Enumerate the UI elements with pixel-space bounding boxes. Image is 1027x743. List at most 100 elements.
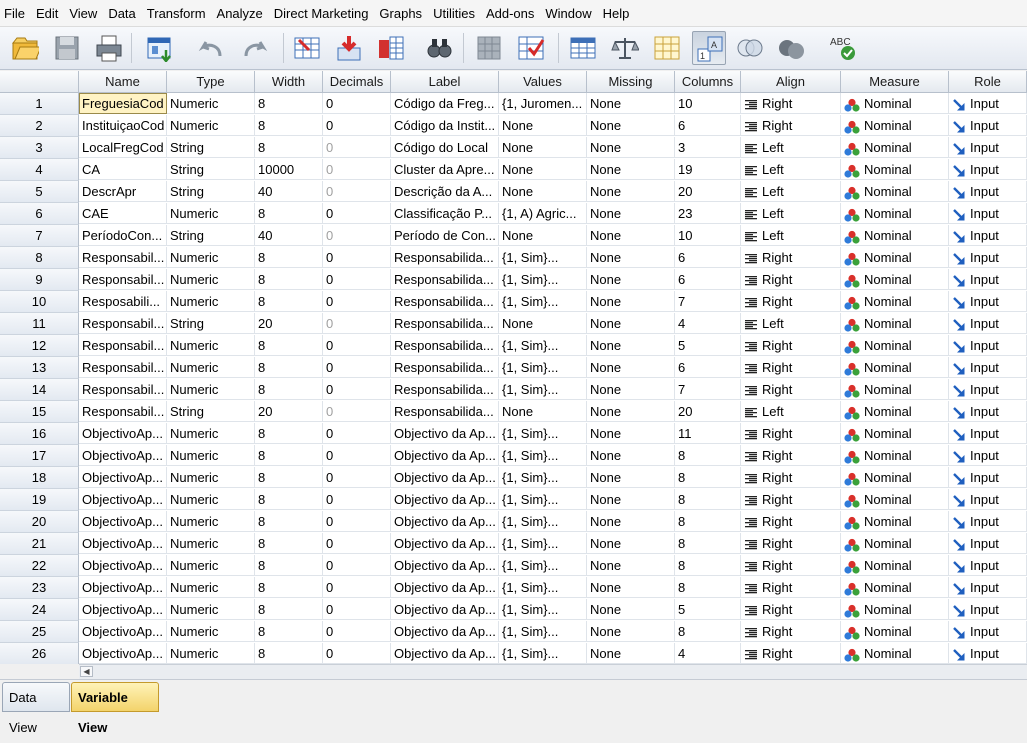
cell-decimals[interactable]: 0 — [323, 533, 391, 554]
cell-name[interactable]: ObjectivoAp... — [79, 577, 167, 598]
cell-width[interactable]: 8 — [255, 489, 323, 510]
cell-name[interactable]: ObjectivoAp... — [79, 445, 167, 466]
cell-missing[interactable]: None — [587, 269, 675, 290]
cell-columns[interactable]: 23 — [675, 203, 741, 224]
cell-role[interactable]: Input — [949, 93, 1027, 114]
cell-decimals[interactable]: 0 — [323, 555, 391, 576]
cell-type[interactable]: Numeric — [167, 445, 255, 466]
cell-decimals[interactable]: 0 — [323, 489, 391, 510]
column-header-align[interactable]: Align — [741, 71, 841, 93]
cell-values[interactable]: {1, Sim}... — [499, 423, 587, 444]
cell-role[interactable]: Input — [949, 533, 1027, 554]
cell-values[interactable]: {1, Sim}... — [499, 577, 587, 598]
cell-type[interactable]: Numeric — [167, 577, 255, 598]
cell-type[interactable]: String — [167, 137, 255, 158]
cell-decimals[interactable]: 0 — [323, 291, 391, 312]
column-header-role[interactable]: Role — [949, 71, 1027, 93]
column-header-label[interactable]: Label — [391, 71, 499, 93]
row-number[interactable]: 18 — [0, 467, 79, 489]
column-header-decimals[interactable]: Decimals — [323, 71, 391, 93]
cell-values[interactable]: {1, Sim}... — [499, 291, 587, 312]
cell-decimals[interactable]: 0 — [323, 225, 391, 246]
cell-values[interactable]: None — [499, 137, 587, 158]
cell-label[interactable]: Classificação P... — [391, 203, 499, 224]
cell-label[interactable]: Objectivo da Ap... — [391, 577, 499, 598]
cell-role[interactable]: Input — [949, 269, 1027, 290]
cell-align[interactable]: Left — [741, 203, 841, 224]
cell-values[interactable]: {1, Sim}... — [499, 621, 587, 642]
cell-width[interactable]: 8 — [255, 533, 323, 554]
menu-transform[interactable]: Transform — [143, 6, 213, 21]
cell-role[interactable]: Input — [949, 621, 1027, 642]
cell-role[interactable]: Input — [949, 357, 1027, 378]
cell-decimals[interactable]: 0 — [323, 445, 391, 466]
cell-align[interactable]: Right — [741, 533, 841, 554]
cell-values[interactable]: {1, Sim}... — [499, 357, 587, 378]
cell-name[interactable]: ObjectivoAp... — [79, 489, 167, 510]
row-number[interactable]: 22 — [0, 555, 79, 577]
cell-values[interactable]: {1, Sim}... — [499, 445, 587, 466]
cell-columns[interactable]: 4 — [675, 313, 741, 334]
cell-decimals[interactable]: 0 — [323, 313, 391, 334]
cell-align[interactable]: Right — [741, 335, 841, 356]
cell-columns[interactable]: 4 — [675, 643, 741, 664]
cell-name[interactable]: ObjectivoAp... — [79, 467, 167, 488]
cell-name[interactable]: ObjectivoAp... — [79, 621, 167, 642]
cell-values[interactable]: {1, Sim}... — [499, 247, 587, 268]
cell-columns[interactable]: 10 — [675, 225, 741, 246]
cell-role[interactable]: Input — [949, 511, 1027, 532]
cell-measure[interactable]: Nominal — [841, 599, 949, 620]
cell-align[interactable]: Right — [741, 467, 841, 488]
cell-measure[interactable]: Nominal — [841, 269, 949, 290]
cell-label[interactable]: Período de Con... — [391, 225, 499, 246]
cell-width[interactable]: 20 — [255, 401, 323, 422]
column-header-width[interactable]: Width — [255, 71, 323, 93]
cell-align[interactable]: Right — [741, 357, 841, 378]
cell-measure[interactable]: Nominal — [841, 555, 949, 576]
cell-measure[interactable]: Nominal — [841, 291, 949, 312]
cell-align[interactable]: Left — [741, 225, 841, 246]
cell-role[interactable]: Input — [949, 489, 1027, 510]
cell-align[interactable]: Left — [741, 401, 841, 422]
cell-columns[interactable]: 5 — [675, 335, 741, 356]
cell-columns[interactable]: 20 — [675, 181, 741, 202]
cell-values[interactable]: {1, Sim}... — [499, 643, 587, 664]
cell-measure[interactable]: Nominal — [841, 247, 949, 268]
cell-values[interactable]: None — [499, 225, 587, 246]
cell-missing[interactable]: None — [587, 291, 675, 312]
cell-role[interactable]: Input — [949, 247, 1027, 268]
cell-type[interactable]: String — [167, 225, 255, 246]
row-number[interactable]: 8 — [0, 247, 79, 269]
insert-variable-icon[interactable] — [514, 31, 548, 65]
spell-check-icon[interactable]: ABC — [826, 31, 860, 65]
cell-align[interactable]: Right — [741, 511, 841, 532]
row-number[interactable]: 9 — [0, 269, 79, 291]
cell-columns[interactable]: 6 — [675, 247, 741, 268]
cell-type[interactable]: String — [167, 159, 255, 180]
cell-width[interactable]: 8 — [255, 643, 323, 664]
cell-columns[interactable]: 6 — [675, 269, 741, 290]
cell-missing[interactable]: None — [587, 467, 675, 488]
cell-type[interactable]: Numeric — [167, 467, 255, 488]
cell-values[interactable]: {1, Sim}... — [499, 335, 587, 356]
redo-icon[interactable] — [239, 31, 273, 65]
cell-role[interactable]: Input — [949, 159, 1027, 180]
cell-columns[interactable]: 3 — [675, 137, 741, 158]
cell-width[interactable]: 40 — [255, 181, 323, 202]
menu-data[interactable]: Data — [104, 6, 142, 21]
cell-columns[interactable]: 8 — [675, 467, 741, 488]
cell-values[interactable]: {1, Sim}... — [499, 467, 587, 488]
cell-measure[interactable]: Nominal — [841, 467, 949, 488]
cell-values[interactable]: None — [499, 159, 587, 180]
cell-align[interactable]: Right — [741, 489, 841, 510]
cell-measure[interactable]: Nominal — [841, 577, 949, 598]
cell-label[interactable]: Código do Local — [391, 137, 499, 158]
menu-window[interactable]: Window — [541, 6, 598, 21]
cell-columns[interactable]: 8 — [675, 621, 741, 642]
menu-file[interactable]: File — [0, 6, 32, 21]
scroll-left-arrow-icon[interactable]: ◀ — [80, 666, 93, 677]
insert-cases-icon[interactable] — [472, 31, 506, 65]
cell-measure[interactable]: Nominal — [841, 225, 949, 246]
column-header-measure[interactable]: Measure — [841, 71, 949, 93]
print-icon[interactable] — [92, 31, 126, 65]
